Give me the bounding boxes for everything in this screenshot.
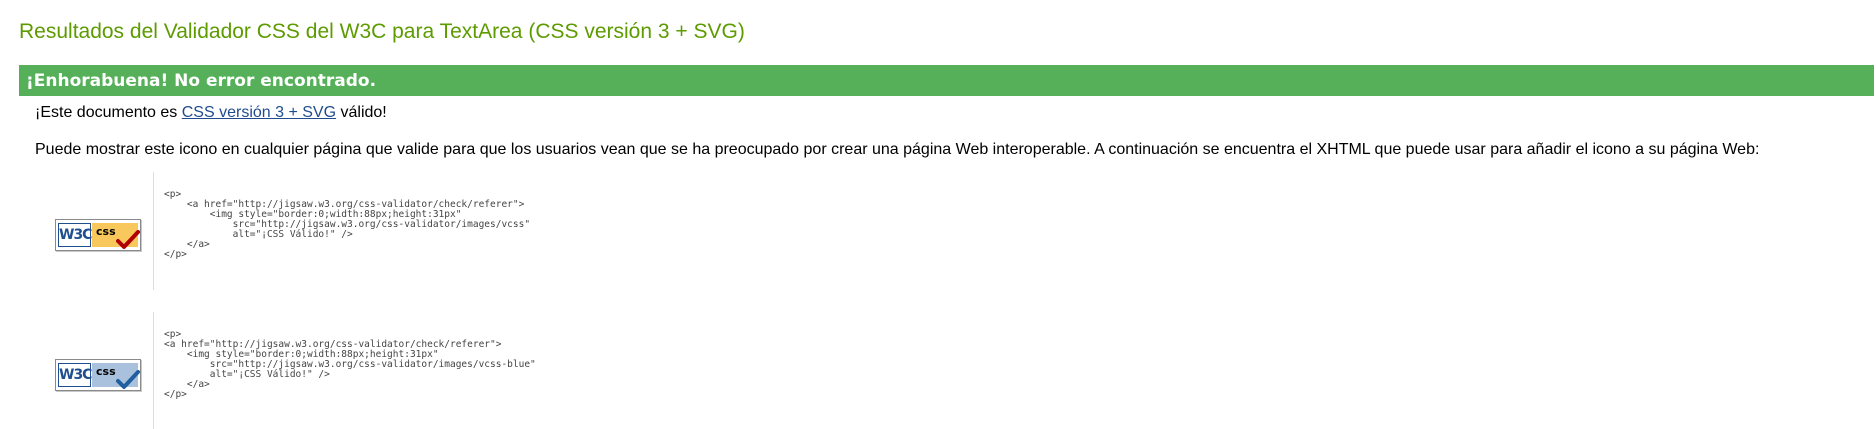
code-snippet-blue: <p> <a href="http://jigsaw.w3.org/css-va… [153, 312, 536, 429]
success-message: ¡Enhorabuena! No error encontrado. [26, 71, 377, 91]
page-title: Resultados del Validador CSS del W3C par… [19, 20, 745, 43]
w3c-logo: W3C [58, 363, 92, 387]
valid-css-badge-blue[interactable]: W3C css [55, 359, 141, 391]
checkmark-icon [116, 230, 140, 249]
valid-css-badge-gold[interactable]: W3C css [55, 219, 141, 251]
valid-message-suffix: válido! [336, 104, 387, 121]
valid-message: ¡Este documento es CSS versión 3 + SVG v… [35, 104, 387, 122]
w3c-logo: W3C [58, 223, 92, 247]
checkmark-icon [116, 370, 140, 389]
success-banner: ¡Enhorabuena! No error encontrado. [19, 65, 1874, 96]
icon-info-text: Puede mostrar este icono en cualquier pá… [35, 141, 1760, 158]
valid-message-prefix: ¡Este documento es [35, 104, 182, 121]
code-snippet-gold: <p> <a href="http://jigsaw.w3.org/css-va… [153, 172, 530, 290]
css-profile-link[interactable]: CSS versión 3 + SVG [182, 104, 336, 121]
